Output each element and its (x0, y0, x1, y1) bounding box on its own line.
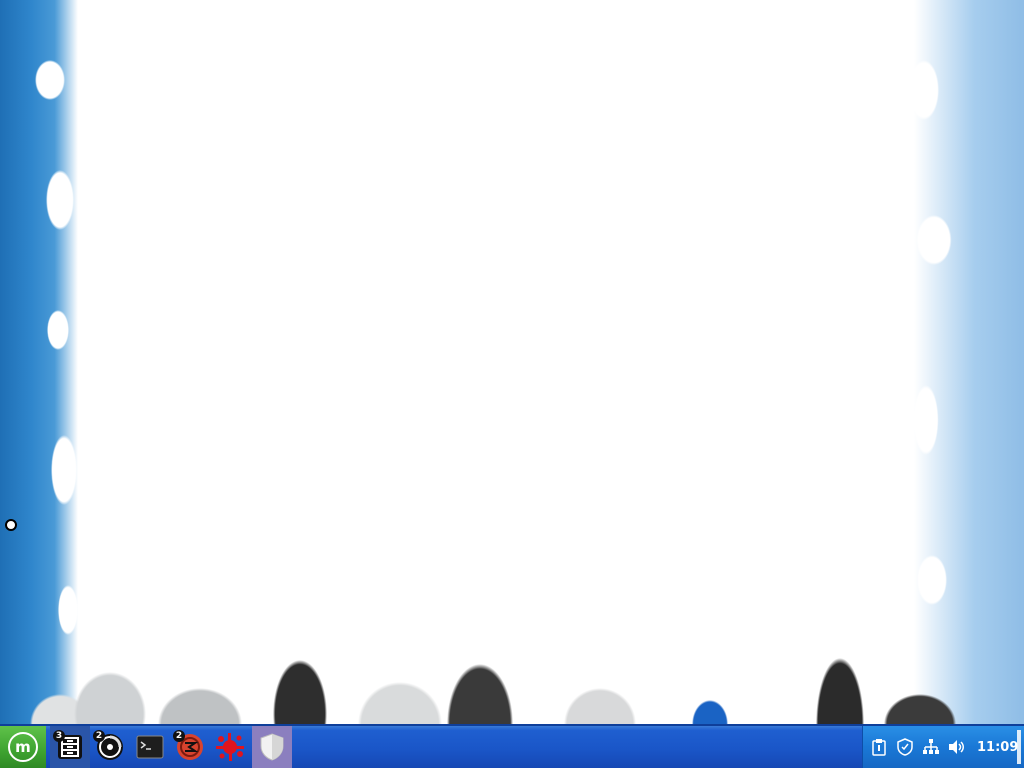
menu-button-glyph: m (15, 738, 31, 756)
launcher-email-client[interactable]: 2 (170, 726, 210, 768)
clipboard-icon[interactable] (867, 735, 891, 759)
shield-icon (260, 733, 284, 761)
clock[interactable]: 11:09 (977, 740, 1018, 755)
system-tray: 11:09 (862, 726, 1024, 768)
wallpaper-bottom-edge (0, 574, 1024, 724)
launcher-file-manager[interactable]: 3 (50, 726, 90, 768)
volume-icon[interactable] (945, 735, 969, 759)
launcher-paint[interactable] (210, 726, 250, 768)
linux-mint-logo-icon: m (8, 732, 38, 762)
desktop[interactable] (0, 0, 1024, 724)
security-shield-icon[interactable] (893, 735, 917, 759)
taskbar: m 3 2 2 11:09 (0, 724, 1024, 768)
paint-splat-icon (216, 733, 244, 761)
launcher-cd-burner[interactable]: 2 (90, 726, 130, 768)
launcher-security[interactable] (252, 726, 292, 768)
show-desktop-handle-icon[interactable] (1014, 730, 1024, 764)
launcher-terminal[interactable] (130, 726, 170, 768)
mouse-cursor-marker (5, 519, 17, 531)
window-count-badge: 3 (53, 730, 65, 742)
terminal-icon (136, 735, 164, 759)
network-icon[interactable] (919, 735, 943, 759)
window-count-badge: 2 (93, 730, 105, 742)
start-menu-button[interactable]: m (0, 726, 46, 768)
window-count-badge: 2 (173, 730, 185, 742)
